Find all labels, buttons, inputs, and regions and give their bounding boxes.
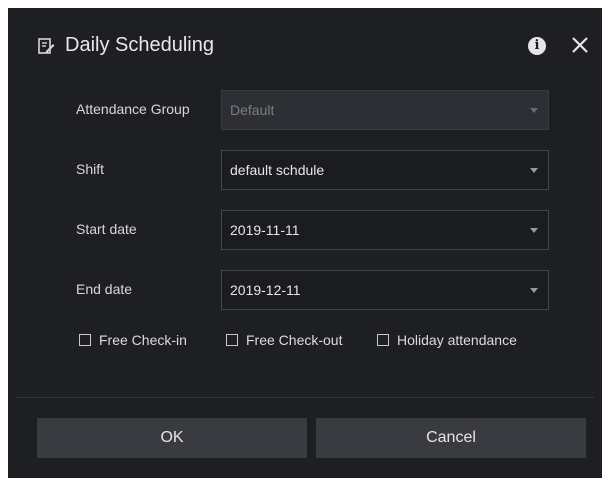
attendance-group-select: Default (221, 90, 549, 130)
free-check-in-option[interactable]: Free Check-in (79, 329, 187, 351)
attendance-group-row: Attendance Group Default (8, 90, 602, 130)
daily-scheduling-dialog: Daily Scheduling i Attendance Group Defa… (8, 8, 602, 478)
start-date-row: Start date 2019-11-11 (8, 210, 602, 250)
start-date-select[interactable]: 2019-11-11 (221, 210, 549, 250)
shift-value: default schdule (230, 162, 325, 178)
attendance-group-value: Default (230, 102, 275, 118)
free-check-out-label: Free Check-out (246, 332, 343, 348)
start-date-value: 2019-11-11 (230, 222, 300, 238)
footer-divider (16, 397, 594, 398)
end-date-value: 2019-12-11 (230, 282, 301, 298)
free-check-in-checkbox[interactable] (79, 334, 91, 346)
cancel-button[interactable]: Cancel (316, 418, 586, 458)
free-check-out-option[interactable]: Free Check-out (226, 329, 342, 351)
holiday-attendance-checkbox[interactable] (377, 334, 389, 346)
info-icon[interactable]: i (528, 37, 546, 55)
options-row: Free Check-in Free Check-out Holiday att… (8, 329, 602, 351)
free-check-out-checkbox[interactable] (226, 334, 238, 346)
dialog-title: Daily Scheduling (65, 34, 214, 56)
chevron-down-icon (530, 288, 538, 293)
attendance-group-label: Attendance Group (76, 101, 190, 117)
end-date-label: End date (76, 281, 133, 297)
close-icon[interactable] (570, 35, 590, 55)
start-date-label: Start date (76, 221, 137, 237)
holiday-attendance-option[interactable]: Holiday attendance (377, 329, 517, 351)
chevron-down-icon (530, 168, 538, 173)
shift-row: Shift default schdule (8, 150, 602, 190)
edit-note-icon (38, 38, 55, 54)
chevron-down-icon (530, 228, 538, 233)
chevron-down-icon (530, 108, 538, 113)
shift-label: Shift (76, 161, 105, 177)
end-date-select[interactable]: 2019-12-11 (221, 270, 549, 310)
ok-button[interactable]: OK (37, 418, 307, 458)
end-date-row: End date 2019-12-11 (8, 270, 602, 310)
shift-select[interactable]: default schdule (221, 150, 549, 190)
free-check-in-label: Free Check-in (99, 332, 187, 348)
dialog-title-bar: Daily Scheduling i (8, 8, 602, 86)
holiday-attendance-label: Holiday attendance (397, 332, 517, 348)
